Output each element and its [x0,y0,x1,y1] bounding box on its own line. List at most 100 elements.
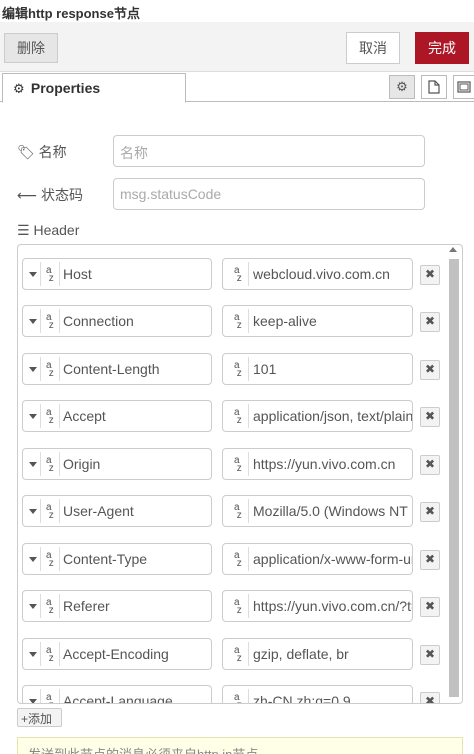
string-type-icon: a z [46,550,54,569]
remove-header-close-icon[interactable]: ✖ [420,312,440,332]
dropdown-caret-icon[interactable] [29,557,37,562]
string-type-icon: a z [46,597,54,616]
scrollbar-thumb[interactable] [449,259,459,697]
header-section-label: ☰ Header [17,222,80,238]
header-key-text: Origin [63,456,101,472]
remove-header-close-icon[interactable]: ✖ [420,407,440,427]
plus-icon: + [21,712,29,726]
remove-header-close-icon[interactable]: ✖ [420,550,440,570]
tab-properties[interactable]: ⚙ Properties [2,73,186,103]
appearance-tab-frame-icon[interactable] [453,75,474,99]
header-key-field[interactable]: a z Host [22,258,212,290]
gear-icon: ⚙ [13,81,25,96]
header-value-text: application/x-www-form-urle [253,551,413,567]
status-code-input[interactable]: msg.statusCode [113,178,425,210]
header-key-text: Accept-Language [63,693,173,704]
header-key-field[interactable]: a z Content-Type [22,543,212,575]
header-value-text: https://yun.vivo.com.cn/?t=_ [253,598,413,614]
string-type-icon: a z [234,407,242,426]
name-field-label: 🏷 名称 [17,144,67,160]
list-icon: ☰ [17,222,30,238]
remove-header-close-icon[interactable]: ✖ [420,360,440,380]
header-key-field[interactable]: a z Accept [22,400,212,432]
header-value-field[interactable]: a z Mozilla/5.0 (Windows NT 10 [222,495,413,527]
done-button[interactable]: 完成 [415,32,469,64]
scroll-up-arrow-icon[interactable] [449,247,457,252]
remove-header-close-icon[interactable]: ✖ [420,645,440,665]
header-value-field[interactable]: a z webcloud.vivo.com.cn [222,258,413,290]
string-type-icon: a z [234,360,242,379]
scrollbar[interactable] [449,259,459,697]
string-type-icon: a z [46,455,54,474]
header-value-field[interactable]: a z application/x-www-form-urle [222,543,413,575]
string-type-icon: a z [234,692,242,704]
header-value-field[interactable]: a z https://yun.vivo.com.cn [222,448,413,480]
header-key-text: Referer [63,598,110,614]
header-key-field[interactable]: a z Accept-Language [22,685,212,704]
header-value-field[interactable]: a z https://yun.vivo.com.cn/?t=_ [222,590,413,622]
header-value-field[interactable]: a z zh-CN,zh;q=0.9 [222,685,413,704]
add-header-button[interactable]: +添加 [17,708,62,727]
header-key-field[interactable]: a z Connection [22,305,212,337]
header-key-text: Accept-Encoding [63,646,169,662]
string-type-icon: a z [46,407,54,426]
dropdown-caret-icon[interactable] [29,414,37,419]
header-value-field[interactable]: a z 101 [222,353,413,385]
header-key-text: Content-Length [63,361,160,377]
header-value-field[interactable]: a z gzip, deflate, br [222,638,413,670]
string-type-icon: a z [234,597,242,616]
delete-button[interactable]: 删除 [4,33,58,63]
description-tab-document-icon[interactable] [421,75,447,99]
header-key-text: Connection [63,313,134,329]
string-type-icon: a z [234,265,242,284]
dropdown-caret-icon[interactable] [29,462,37,467]
dropdown-caret-icon[interactable] [29,509,37,514]
header-value-text: https://yun.vivo.com.cn [253,456,396,472]
string-type-icon: a z [46,312,54,331]
remove-header-close-icon[interactable]: ✖ [420,455,440,475]
settings-tab-gear-icon[interactable]: ⚙ [389,75,415,99]
header-value-text: gzip, deflate, br [253,646,349,662]
header-value-text: keep-alive [253,313,317,329]
string-type-icon: a z [46,265,54,284]
header-value-field[interactable]: a z application/json, text/plain, * [222,400,413,432]
dropdown-caret-icon[interactable] [29,699,37,703]
string-type-icon: a z [46,692,54,704]
footer-tip: 发送到此节点的消息必须来自http in节点 [17,737,463,754]
tab-properties-label: Properties [30,80,101,96]
header-key-text: User-Agent [63,503,134,519]
string-type-icon: a z [234,455,242,474]
remove-header-close-icon[interactable]: ✖ [420,692,440,703]
dropdown-caret-icon[interactable] [29,652,37,657]
header-key-field[interactable]: a z User-Agent [22,495,212,527]
header-key-text: Accept [63,408,106,424]
remove-header-close-icon[interactable]: ✖ [420,597,440,617]
header-value-text: zh-CN,zh;q=0.9 [253,693,351,704]
header-key-text: Host [63,266,92,282]
dialog-toolbar: 删除 取消 完成 [0,22,474,72]
header-value-field[interactable]: a z keep-alive [222,305,413,337]
status-field-label: ⟵ 状态码 [17,187,83,203]
header-key-field[interactable]: a z Origin [22,448,212,480]
string-type-icon: a z [46,502,54,521]
string-type-icon: a z [46,360,54,379]
dropdown-caret-icon[interactable] [29,367,37,372]
header-value-text: Mozilla/5.0 (Windows NT 10 [253,503,413,519]
header-key-field[interactable]: a z Content-Length [22,353,212,385]
dialog-title: 编辑http response节点 [0,0,474,22]
header-list[interactable]: a z Host a z webcloud.vivo.com.cn ✖ a z Connec… [17,244,463,704]
header-key-text: Content-Type [63,551,148,567]
header-key-field[interactable]: a z Referer [22,590,212,622]
dropdown-caret-icon[interactable] [29,319,37,324]
tag-icon: 🏷 [17,144,35,160]
dropdown-caret-icon[interactable] [29,272,37,277]
string-type-icon: a z [46,645,54,664]
cancel-button[interactable]: 取消 [346,32,400,64]
arrow-left-icon: ⟵ [17,187,38,203]
header-key-field[interactable]: a z Accept-Encoding [22,638,212,670]
dropdown-caret-icon[interactable] [29,604,37,609]
tab-bar: ⚙ Properties ⚙ [0,72,474,103]
remove-header-close-icon[interactable]: ✖ [420,265,440,285]
remove-header-close-icon[interactable]: ✖ [420,502,440,522]
name-input[interactable]: 名称 [113,135,425,167]
